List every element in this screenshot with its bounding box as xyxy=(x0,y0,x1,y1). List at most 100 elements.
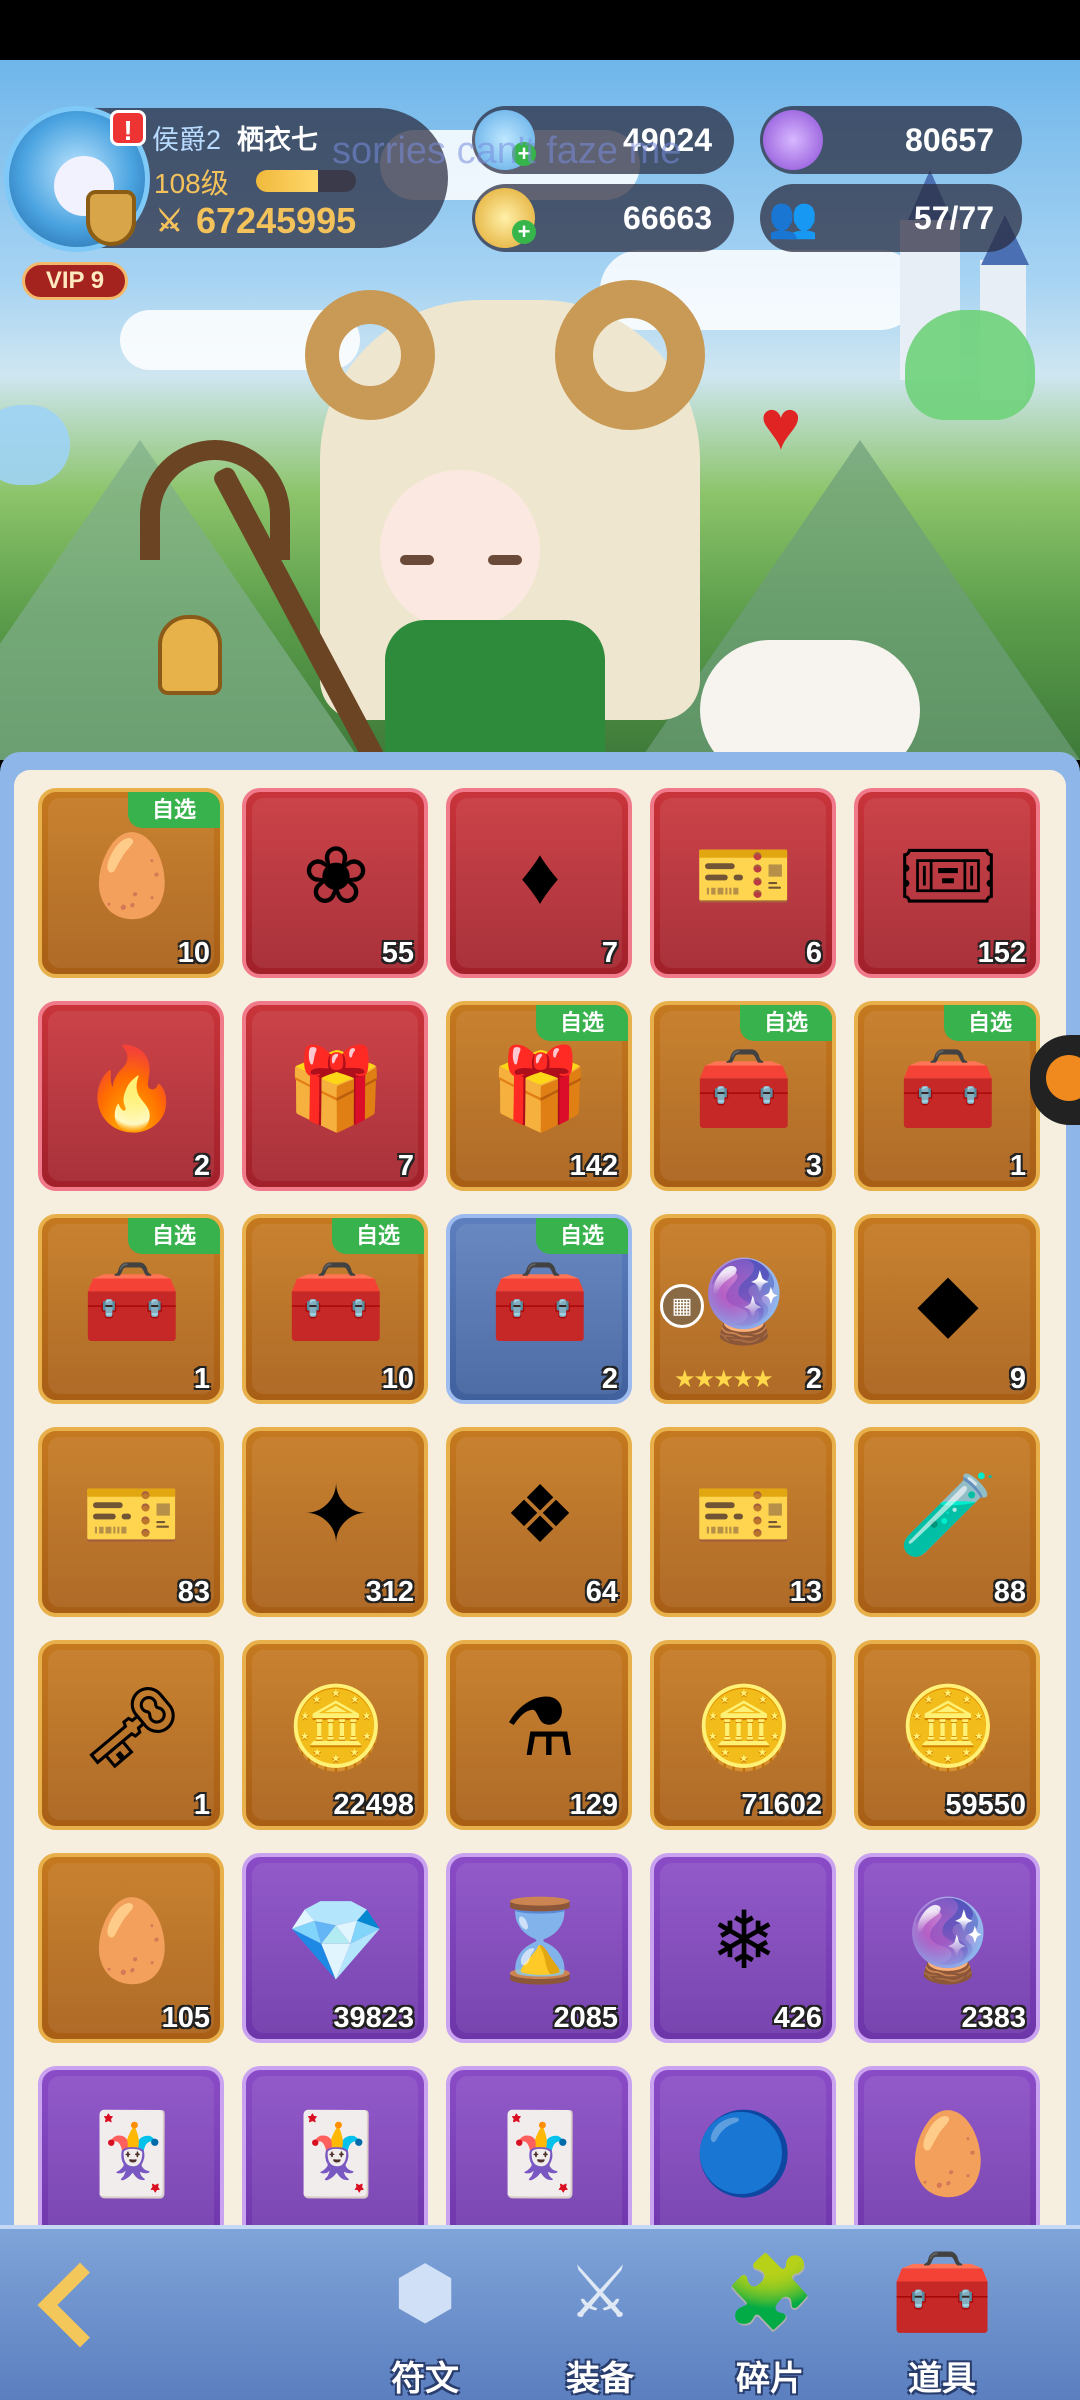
purple-gem-chest-icon: 🧰 xyxy=(82,1257,182,1346)
rainbow-vial-icon: 🧪 xyxy=(898,1470,998,1559)
nav-label: 符文 xyxy=(391,2360,459,2398)
rank-shield-icon xyxy=(86,190,136,246)
item-slot[interactable]: ✦ 312 xyxy=(242,1427,428,1617)
item-slot[interactable]: 🥚 xyxy=(854,2066,1040,2240)
combat-power-icon: ⚔ xyxy=(156,205,183,238)
item-slot[interactable]: 🔮 ▦ ★★★★★ 2 xyxy=(650,1214,836,1404)
character-eye xyxy=(488,555,522,565)
item-slot[interactable]: ❄ 426 xyxy=(650,1853,836,2043)
select-tag: 自选 xyxy=(536,1218,628,1254)
back-button[interactable] xyxy=(37,2262,130,2355)
item-slot[interactable]: 🔮 2383 xyxy=(854,1853,1040,2043)
item-slot[interactable]: 🪙 71602 xyxy=(650,1640,836,1830)
item-count: 1 xyxy=(1009,1150,1026,1182)
item-slot[interactable]: 🪙 59550 xyxy=(854,1640,1040,1830)
gold-value: 66663 xyxy=(623,200,712,236)
item-slot[interactable]: 🎫 83 xyxy=(38,1427,224,1617)
character-horn xyxy=(305,290,435,420)
item-slot[interactable]: 🧰 自选 1 xyxy=(854,1001,1040,1191)
coupon-ticket-icon: 🎫 xyxy=(82,1470,182,1559)
item-slot[interactable]: 🃏 xyxy=(38,2066,224,2240)
item-count: 83 xyxy=(177,1576,210,1608)
diamond-crystal-icon: 💎 xyxy=(286,1896,386,1985)
item-slot[interactable]: 🎟 152 xyxy=(854,788,1040,978)
amber-gem-icon: ◆ xyxy=(917,1257,979,1346)
item-slot[interactable]: ◆ 9 xyxy=(854,1214,1040,1404)
player-name: 栖衣七 xyxy=(237,125,318,155)
nav-label: 装备 xyxy=(566,2360,634,2398)
item-count: 2383 xyxy=(961,2002,1026,2034)
item-slot[interactable]: 💎 39823 xyxy=(242,1853,428,2043)
item-slot[interactable]: 🃏 xyxy=(242,2066,428,2240)
item-slot[interactable]: 🔵 xyxy=(650,2066,836,2240)
item-count: 7 xyxy=(601,937,618,969)
golden-orb-icon: 🔮 xyxy=(694,1257,794,1346)
item-slot[interactable]: ❀ 55 xyxy=(242,788,428,978)
item-slot[interactable]: ♦ 7 xyxy=(446,788,632,978)
exp-bar-fill xyxy=(256,170,318,192)
back-arrow-icon xyxy=(37,2262,123,2348)
puzzle-piece-icon: 🧩 xyxy=(725,2253,815,2333)
item-slot[interactable]: 🧰 自选 3 xyxy=(650,1001,836,1191)
vip-badge[interactable]: VIP 9 xyxy=(22,262,128,300)
status-bar xyxy=(0,0,1080,60)
alert-icon[interactable]: ! xyxy=(110,110,146,146)
exp-bar xyxy=(256,170,356,192)
bell-icon xyxy=(158,615,222,695)
item-slot[interactable]: 🧰 自选 10 xyxy=(242,1214,428,1404)
heart-ticket-icon: 🎫 xyxy=(694,1470,794,1559)
sword-card-icon: 🃏 xyxy=(82,2109,182,2198)
golden-key-icon: 🗝 xyxy=(81,1683,183,1772)
select-tag: 自选 xyxy=(536,1005,628,1041)
item-slot[interactable]: 🧰 自选 1 xyxy=(38,1214,224,1404)
grid-view-icon[interactable]: ▦ xyxy=(660,1284,704,1328)
item-slot[interactable]: 🎫 13 xyxy=(650,1427,836,1617)
item-slot[interactable]: 🎫 6 xyxy=(650,788,836,978)
item-count: 6 xyxy=(805,937,822,969)
dragon-egg-icon: 🥚 xyxy=(82,1896,182,1985)
item-count: 9 xyxy=(1009,1363,1026,1395)
nav-tab-runes[interactable]: ⬢ 符文 xyxy=(355,2239,495,2399)
nav-tab-equipment[interactable]: ⚔ 装备 xyxy=(530,2239,670,2399)
green-crystal-icon: ❖ xyxy=(504,1470,576,1559)
item-count: 13 xyxy=(789,1576,822,1608)
item-count: 129 xyxy=(569,1789,618,1821)
item-slot[interactable]: 🃏 xyxy=(446,2066,632,2240)
item-count: 10 xyxy=(381,1363,414,1395)
item-count: 1 xyxy=(193,1789,210,1821)
item-slot[interactable]: 🥚 自选 10 xyxy=(38,788,224,978)
character-face xyxy=(380,470,540,630)
item-slot[interactable]: ⌛ 2085 xyxy=(446,1853,632,2043)
star-rating: ★★★★★ xyxy=(674,1366,774,1393)
gold-coin-icon: 🪙 xyxy=(694,1683,794,1772)
item-count: 22498 xyxy=(333,1789,414,1821)
crystal-chest-icon: 🧰 xyxy=(898,1044,998,1133)
refresh-card-icon: 🃏 xyxy=(490,2109,590,2198)
item-slot[interactable]: ❖ 64 xyxy=(446,1427,632,1617)
item-slot[interactable]: ⚗ 129 xyxy=(446,1640,632,1830)
item-count: 64 xyxy=(585,1576,618,1608)
item-count: 39823 xyxy=(333,2002,414,2034)
mystery-chest-icon: 🎁 xyxy=(286,1044,386,1133)
nav-tab-items[interactable]: 🧰 道具 xyxy=(872,2239,1012,2399)
item-count: 71602 xyxy=(741,1789,822,1821)
green-slime xyxy=(905,310,1035,420)
item-slot[interactable]: 🧰 自选 2 xyxy=(446,1214,632,1404)
item-slot[interactable]: 🥚 105 xyxy=(38,1853,224,2043)
item-slot[interactable]: 🧪 88 xyxy=(854,1427,1040,1617)
nav-tab-fragments[interactable]: 🧩 碎片 xyxy=(700,2239,840,2399)
character-horn xyxy=(555,280,705,430)
player-title: 侯爵2 xyxy=(152,125,222,155)
item-slot[interactable]: 🔥 2 xyxy=(38,1001,224,1191)
inventory-panel[interactable]: 🥚 自选 10 ❀ 55 ♦ 7 🎫 6 🎟 152 🔥 2 🎁 7 🎁 自选 142 🧰 自选 3 🧰 自选 1 🧰 自选 1 🧰 自… xyxy=(14,770,1066,2240)
item-count: 2 xyxy=(601,1363,618,1395)
item-count: 10 xyxy=(177,937,210,969)
item-count: 55 xyxy=(381,937,414,969)
item-slot[interactable]: 🗝 1 xyxy=(38,1640,224,1830)
silver-coin-icon: 🪙 xyxy=(286,1683,386,1772)
item-slot[interactable]: 🎁 7 xyxy=(242,1001,428,1191)
item-slot[interactable]: 🎁 自选 142 xyxy=(446,1001,632,1191)
select-tag: 自选 xyxy=(740,1005,832,1041)
item-count: 312 xyxy=(365,1576,414,1608)
item-slot[interactable]: 🪙 22498 xyxy=(242,1640,428,1830)
